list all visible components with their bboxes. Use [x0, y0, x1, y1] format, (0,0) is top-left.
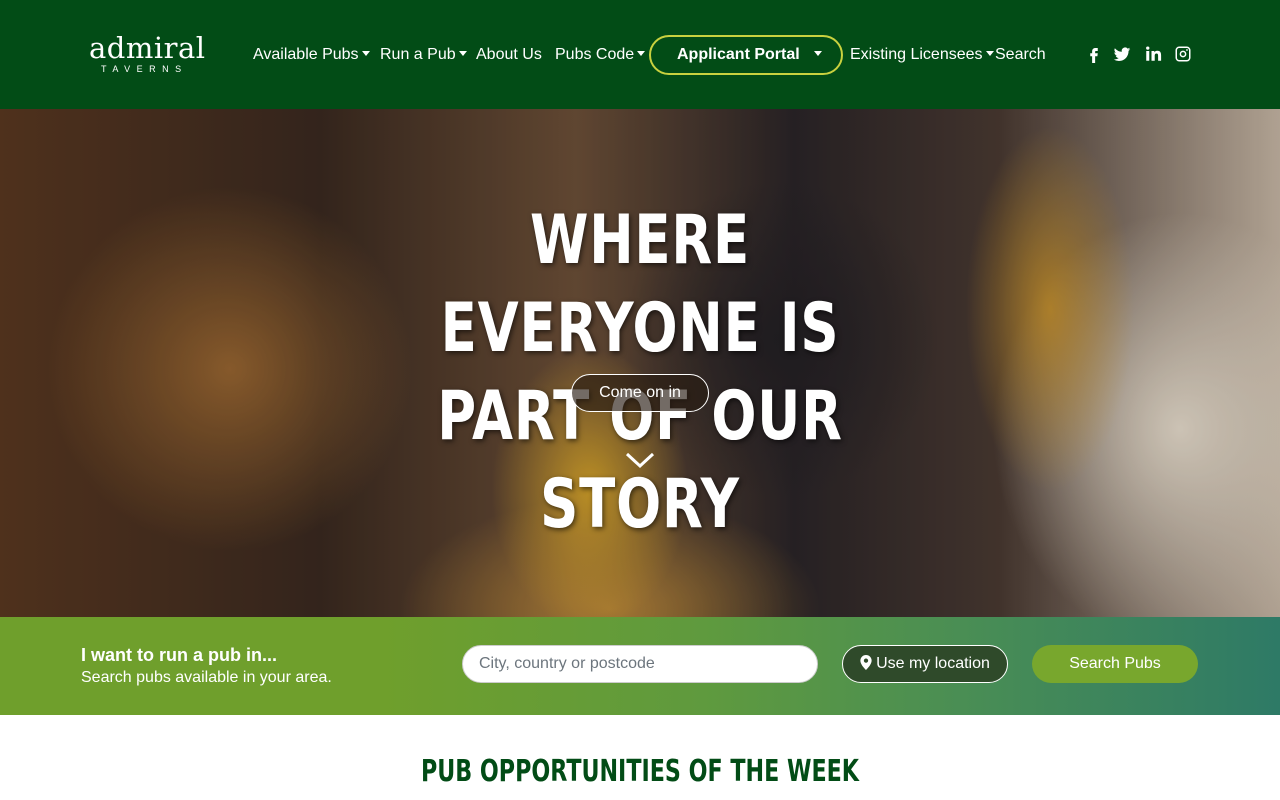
come-on-in-button[interactable]: Come on in — [571, 374, 709, 412]
search-band-subtitle: Search pubs available in your area. — [81, 669, 332, 686]
chevron-down-icon[interactable] — [624, 449, 656, 471]
use-my-location-label: Use my location — [876, 655, 990, 672]
nav-available-pubs-label: Available Pubs — [253, 46, 359, 63]
hero-heading: Where everyone is part of our story — [406, 197, 874, 549]
hero-heading-line-1: Where everyone is — [440, 201, 840, 368]
use-my-location-button[interactable]: Use my location — [842, 645, 1008, 683]
nav-run-a-pub[interactable]: Run a Pub — [380, 44, 467, 66]
nav-pubs-code[interactable]: Pubs Code — [555, 44, 646, 66]
chevron-down-icon — [361, 51, 370, 57]
admiral-taverns-logo[interactable]: admiral TAVERNS — [89, 32, 207, 78]
twitter-icon[interactable] — [1113, 45, 1133, 65]
nav-existing-licensees[interactable]: Existing Licensees — [850, 44, 994, 66]
instagram-icon[interactable] — [1174, 45, 1194, 65]
nav-run-a-pub-label: Run a Pub — [380, 46, 456, 63]
pub-opportunities-heading: Pub opportunities of the week — [420, 754, 860, 789]
hero-banner: Where everyone is part of our story Come… — [0, 109, 1280, 617]
nav-available-pubs[interactable]: Available Pubs — [253, 44, 370, 66]
search-band-title: I want to run a pub in... — [81, 645, 277, 665]
nav-search-label: Search — [995, 46, 1046, 63]
logo-wordmark: admiral — [89, 31, 206, 65]
chevron-down-icon — [813, 51, 822, 57]
chevron-down-icon — [458, 51, 467, 57]
nav-existing-licensees-label: Existing Licensees — [850, 46, 983, 63]
facebook-icon[interactable] — [1085, 45, 1105, 65]
applicant-portal-button[interactable]: Applicant Portal — [649, 35, 843, 75]
nav-about-us[interactable]: About Us — [476, 44, 542, 66]
top-navbar: admiral TAVERNS Available Pubs Run a Pub… — [0, 0, 1280, 109]
nav-pubs-code-label: Pubs Code — [555, 46, 635, 63]
map-marker-icon — [860, 655, 872, 670]
chevron-down-icon — [985, 51, 994, 57]
linkedin-icon[interactable] — [1144, 45, 1164, 65]
applicant-portal-label: Applicant Portal — [677, 46, 800, 63]
chevron-down-icon — [637, 51, 646, 57]
location-search-input[interactable] — [462, 645, 818, 683]
nav-search[interactable]: Search — [995, 44, 1046, 66]
nav-about-us-label: About Us — [476, 46, 542, 63]
logo-subtitle: TAVERNS — [101, 64, 188, 74]
pub-search-band: I want to run a pub in... Search pubs av… — [0, 617, 1280, 715]
search-pubs-button[interactable]: Search Pubs — [1032, 645, 1198, 683]
